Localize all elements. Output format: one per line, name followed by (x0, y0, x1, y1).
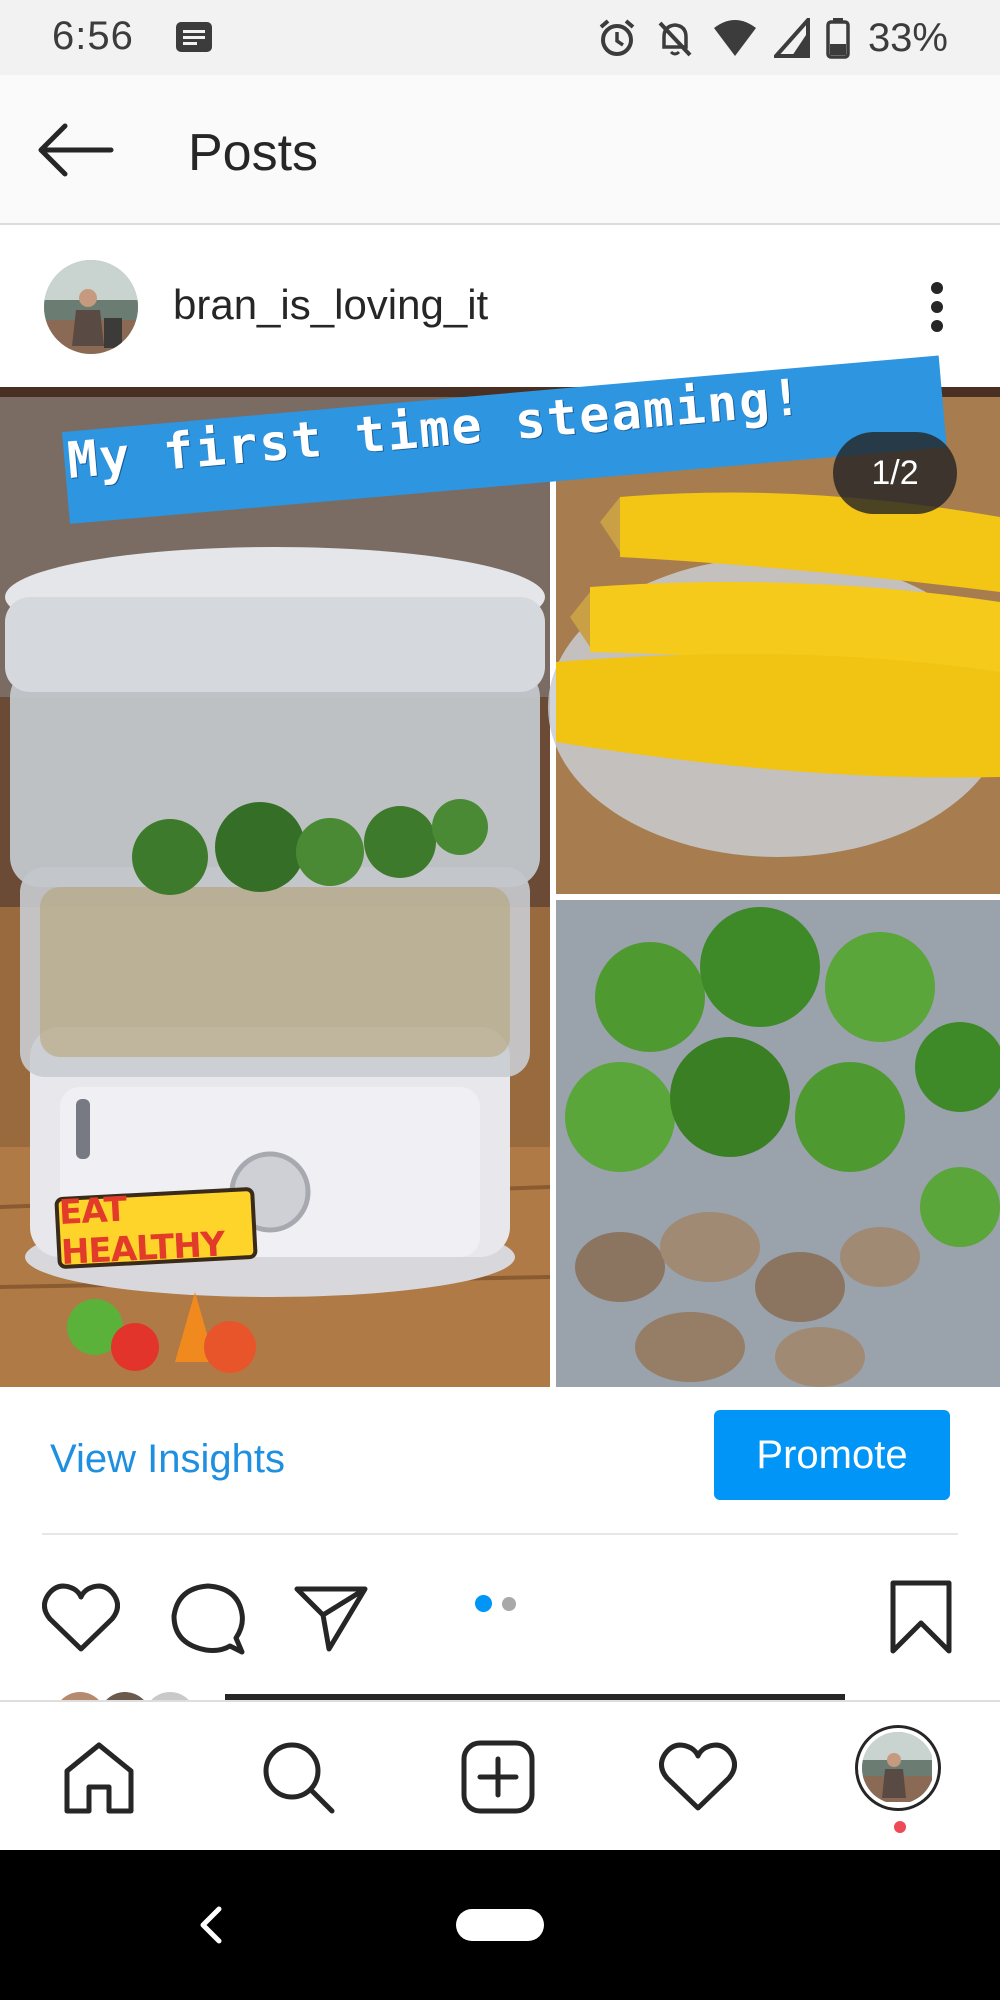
comment-button[interactable] (163, 1573, 253, 1663)
carousel-dot (502, 1596, 516, 1611)
insights-row: View Insights Promote (0, 1387, 1000, 1535)
alarm-icon (599, 19, 635, 56)
post-action-bar (0, 1535, 1000, 1700)
bookmark-icon (890, 1580, 952, 1654)
notification-dot (894, 1821, 906, 1833)
sticker-text: EAT HEALTHY (58, 1189, 226, 1273)
carousel-page-counter: 1/2 (833, 432, 957, 514)
heart-icon (42, 1583, 120, 1652)
battery-icon (826, 18, 850, 59)
nav-search[interactable] (253, 1732, 343, 1822)
arrow-left-icon (38, 123, 114, 177)
promote-button[interactable]: Promote (714, 1410, 950, 1500)
save-button[interactable] (876, 1569, 966, 1665)
status-icons: 33% (596, 12, 948, 64)
post-username[interactable]: bran_is_loving_it (173, 281, 488, 329)
post-image[interactable]: EAT HEALTHY (0, 387, 1000, 1387)
app-header: Posts (0, 75, 1000, 225)
system-back-button[interactable] (185, 1892, 235, 1958)
avatar[interactable] (44, 260, 138, 354)
like-button[interactable] (36, 1573, 126, 1663)
battery-percent: 33% (867, 15, 948, 60)
system-home-button[interactable] (456, 1909, 544, 1941)
carousel-dots (475, 1595, 516, 1612)
wifi-icon (713, 20, 756, 56)
comment-icon (171, 1583, 245, 1655)
notifications-off-icon (658, 21, 692, 57)
bottom-nav (0, 1700, 1000, 1850)
chevron-left-icon (200, 1906, 222, 1944)
nav-home[interactable] (54, 1732, 144, 1822)
view-insights-link[interactable]: View Insights (50, 1437, 285, 1482)
more-vertical-icon (931, 282, 943, 332)
profile-avatar (862, 1732, 934, 1804)
add-post-icon (461, 1740, 535, 1814)
status-bar: 6:56 33% (0, 0, 1000, 75)
activity-heart-icon (659, 1742, 737, 1811)
nav-add-post[interactable] (453, 1732, 543, 1822)
page-title: Posts (188, 124, 319, 182)
home-icon (64, 1742, 134, 1814)
share-button[interactable] (286, 1573, 376, 1663)
send-icon (294, 1586, 368, 1652)
back-button[interactable] (30, 115, 120, 185)
nav-activity[interactable] (653, 1732, 743, 1822)
signal-icon (773, 18, 810, 58)
nav-profile[interactable] (855, 1725, 941, 1811)
eat-healthy-sticker: EAT HEALTHY (54, 1186, 258, 1273)
message-icon (174, 20, 214, 56)
more-options-button[interactable] (912, 275, 962, 339)
search-icon (263, 1742, 335, 1814)
system-nav-bar (0, 1850, 1000, 2000)
carousel-dot-active (475, 1595, 492, 1612)
status-time: 6:56 (52, 14, 134, 58)
